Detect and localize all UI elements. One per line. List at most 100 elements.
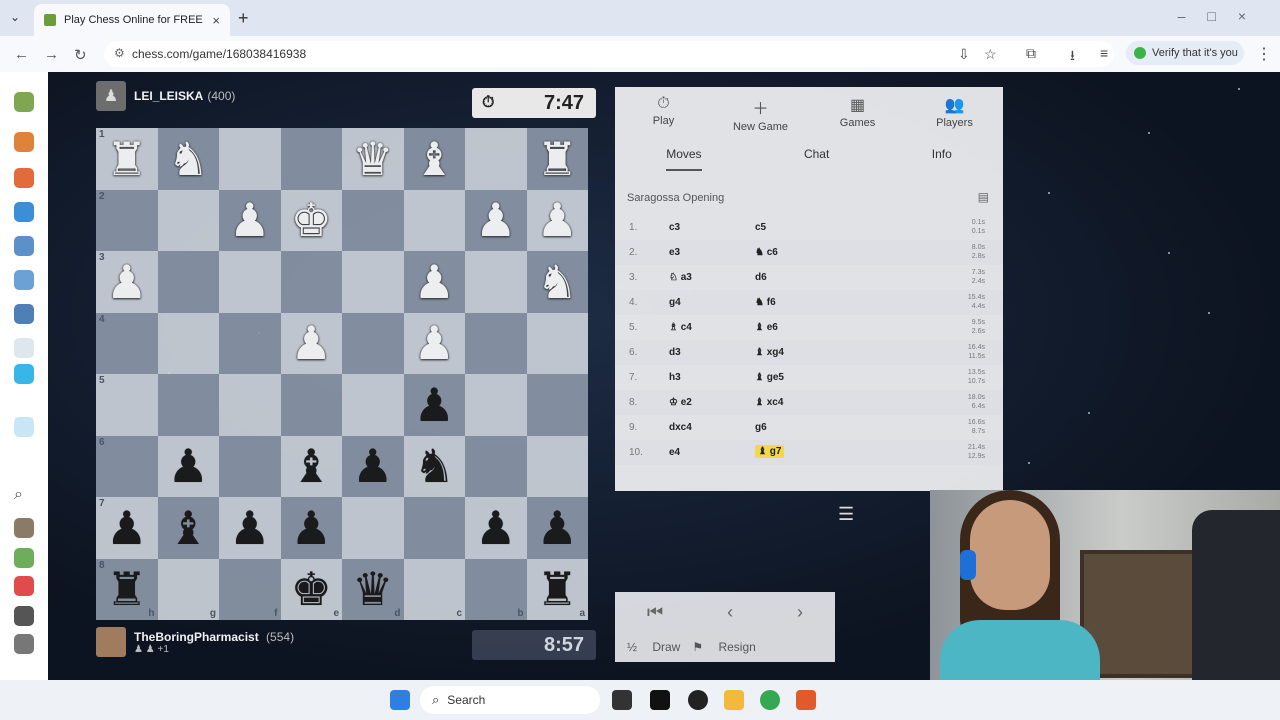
- board-square[interactable]: [157, 312, 219, 374]
- panel-menu-icon[interactable]: ☰: [838, 504, 854, 525]
- board-square[interactable]: b: [465, 558, 527, 620]
- forward-icon[interactable]: →: [44, 46, 59, 63]
- white-pawn-icon[interactable]: ♟: [475, 197, 516, 243]
- board-square[interactable]: ♞: [157, 128, 219, 190]
- close-tab-icon[interactable]: ×: [212, 13, 220, 28]
- white-move[interactable]: dxc4: [669, 422, 692, 433]
- board-square[interactable]: [526, 312, 588, 374]
- board-square[interactable]: ♟: [219, 497, 281, 559]
- board-square[interactable]: ♟: [342, 435, 404, 497]
- white-move[interactable]: g4: [669, 297, 681, 308]
- board-square[interactable]: e ♚: [280, 558, 342, 620]
- window-controls[interactable]: –□×: [1178, 8, 1268, 24]
- browser-tab-active[interactable]: Play Chess Online for FREE ×: [34, 4, 230, 36]
- white-bishop-icon[interactable]: ♝: [414, 136, 455, 182]
- board-square[interactable]: c: [403, 558, 465, 620]
- extensions-icon[interactable]: ⧉: [1026, 45, 1036, 62]
- board-square[interactable]: 3 ♟: [96, 251, 158, 313]
- opening-name[interactable]: Saragossa Opening: [627, 192, 724, 204]
- notifications-icon[interactable]: [14, 606, 34, 626]
- black-rook-icon[interactable]: ♜: [537, 566, 578, 612]
- start-icon[interactable]: [390, 690, 410, 710]
- board-square[interactable]: 1 ♜: [96, 128, 158, 190]
- board-square[interactable]: ♟: [526, 189, 588, 251]
- board-square[interactable]: ♟: [403, 312, 465, 374]
- black-pawn-icon[interactable]: ♟: [537, 505, 578, 551]
- black-move[interactable]: ♝ ge5: [755, 372, 784, 383]
- white-move[interactable]: c3: [669, 222, 680, 233]
- tab-info[interactable]: Info: [932, 147, 952, 171]
- board-square[interactable]: [465, 312, 527, 374]
- black-rook-icon[interactable]: ♜: [106, 566, 147, 612]
- black-move[interactable]: ♞ f6: [755, 297, 776, 308]
- opening-book-icon[interactable]: ▤: [978, 190, 989, 204]
- white-pawn-icon[interactable]: ♟: [414, 320, 455, 366]
- white-move[interactable]: h3: [669, 372, 681, 383]
- black-bishop-icon[interactable]: ♝: [168, 505, 209, 551]
- new-tab-button[interactable]: +: [238, 8, 249, 29]
- white-knight-icon[interactable]: ♞: [537, 259, 578, 305]
- black-move[interactable]: ♝ e6: [755, 322, 778, 333]
- learn-icon[interactable]: [14, 202, 34, 222]
- white-pawn-icon[interactable]: ♟: [229, 197, 270, 243]
- app-icon[interactable]: [650, 690, 670, 710]
- board-square[interactable]: 5: [96, 374, 158, 436]
- white-move[interactable]: ♔ e2: [669, 397, 692, 408]
- board-square[interactable]: 8 h ♜: [96, 558, 158, 620]
- board-square[interactable]: [219, 374, 281, 436]
- board-square[interactable]: ♜: [526, 128, 588, 190]
- board-square[interactable]: [403, 497, 465, 559]
- white-knight-icon[interactable]: ♞: [168, 136, 209, 182]
- tab-new-game[interactable]: ＋ New Game: [716, 87, 806, 137]
- opponent-name[interactable]: LEI_LEISKA: [134, 89, 203, 103]
- board-square[interactable]: ♛: [342, 128, 404, 190]
- white-rook-icon[interactable]: ♜: [106, 136, 147, 182]
- black-queen-icon[interactable]: ♛: [352, 566, 393, 612]
- tab-search-icon[interactable]: ⌄: [10, 10, 20, 24]
- task-view-icon[interactable]: [612, 690, 632, 710]
- white-move[interactable]: d3: [669, 347, 681, 358]
- board-square[interactable]: ♟: [280, 312, 342, 374]
- puzzles-icon[interactable]: [14, 168, 34, 188]
- board-square[interactable]: ♝: [403, 128, 465, 190]
- more-icon[interactable]: [14, 338, 34, 358]
- white-move[interactable]: ♘ a3: [669, 272, 692, 283]
- obs-icon[interactable]: [688, 690, 708, 710]
- board-square[interactable]: 2: [96, 189, 158, 251]
- board-square[interactable]: [403, 189, 465, 251]
- board-square[interactable]: 6: [96, 435, 158, 497]
- black-pawn-icon[interactable]: ♟: [475, 505, 516, 551]
- board-square[interactable]: ♟: [157, 435, 219, 497]
- chess-logo-icon[interactable]: [14, 92, 34, 112]
- black-bishop-icon[interactable]: ♝: [291, 443, 332, 489]
- board-square[interactable]: [280, 128, 342, 190]
- bookmark-star-icon[interactable]: ☆: [984, 46, 997, 63]
- back-icon[interactable]: ←: [14, 46, 29, 63]
- board-square[interactable]: [280, 374, 342, 436]
- board-square[interactable]: ♟: [219, 189, 281, 251]
- board-square[interactable]: [219, 435, 281, 497]
- settings-icon[interactable]: [14, 634, 34, 654]
- white-king-icon[interactable]: ♚: [291, 197, 332, 243]
- opponent-avatar[interactable]: ♟: [96, 81, 126, 111]
- next-move-icon[interactable]: ›: [797, 602, 803, 623]
- board-square[interactable]: [342, 189, 404, 251]
- board-square[interactable]: ♟: [280, 497, 342, 559]
- tab-moves[interactable]: Moves: [666, 147, 702, 171]
- white-move[interactable]: e4: [669, 447, 680, 458]
- taskbar-search[interactable]: ⌕ Search: [420, 686, 600, 714]
- draw-button[interactable]: ½ Draw: [627, 640, 680, 654]
- board-square[interactable]: ♟: [526, 497, 588, 559]
- board-square[interactable]: [280, 251, 342, 313]
- board-square[interactable]: g: [157, 558, 219, 620]
- chess-board[interactable]: 1 ♜ ♞ ♛ ♝ ♜ 2 ♟ ♚ ♟ ♟ 3 ♟ ♟ ♞ 4 ♟ ♟ 5 ♟ 6 ♟ ♝ ♟ ♞ 7 ♟ ♝ ♟ ♟ ♟ ♟ 8 h ♜ g f e ♚ d…: [96, 128, 588, 620]
- board-square[interactable]: ♟: [403, 374, 465, 436]
- download-icon[interactable]: ⭳: [1070, 45, 1075, 69]
- board-square[interactable]: a ♜: [526, 558, 588, 620]
- chrome-icon[interactable]: [760, 690, 780, 710]
- board-square[interactable]: [219, 312, 281, 374]
- board-square[interactable]: [219, 128, 281, 190]
- reload-icon[interactable]: ↻: [74, 46, 87, 64]
- white-pawn-icon[interactable]: ♟: [106, 259, 147, 305]
- board-square[interactable]: [342, 312, 404, 374]
